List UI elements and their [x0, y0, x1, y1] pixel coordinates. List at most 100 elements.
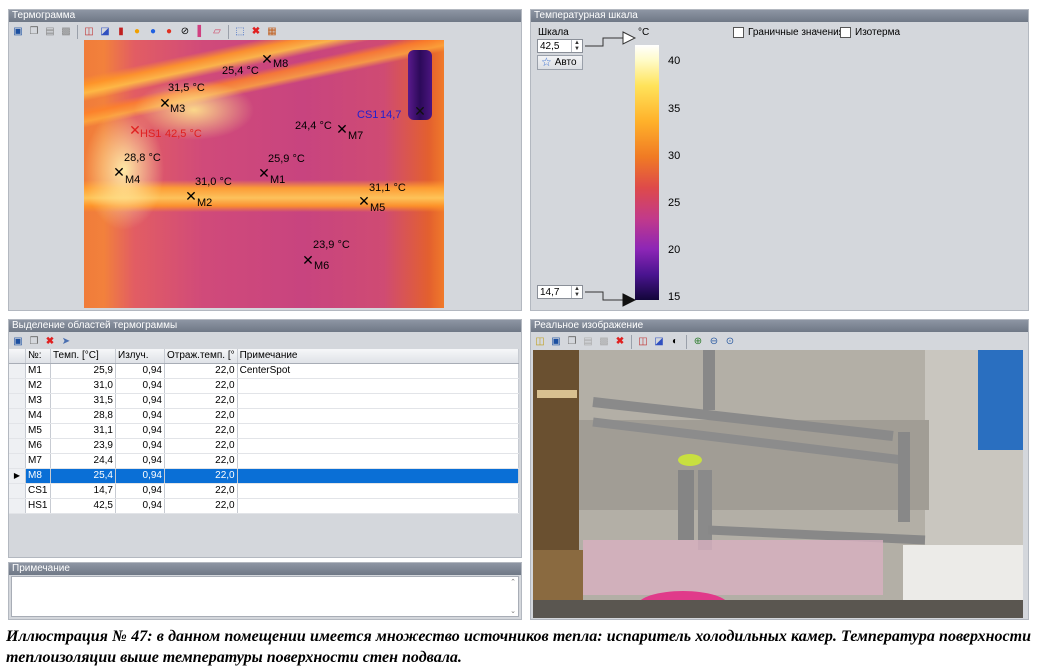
marker-label: M1 [270, 174, 286, 186]
column-header[interactable]: Примечание [237, 349, 519, 364]
marker-label: M2 [197, 197, 213, 209]
photo-panel-title: Реальное изображение [531, 320, 1028, 332]
table-row[interactable]: M4 28,8 0,94 22,0 [9, 408, 519, 424]
figure-caption: Иллюстрация № 47: в данном помещении име… [6, 628, 1031, 666]
checkbox-box[interactable] [840, 27, 851, 38]
fit-image-icon[interactable]: ◫ [636, 335, 650, 349]
delete-icon[interactable]: ✖ [613, 335, 627, 349]
paste-icon[interactable]: ▤ [581, 335, 595, 349]
point-marker-icon[interactable]: ● [162, 25, 176, 39]
basement-photo-drawing [533, 350, 1023, 618]
print-icon[interactable]: ▩ [59, 25, 73, 39]
cell-emissivity: 0,94 [115, 363, 165, 379]
zoom-fit-icon[interactable]: ⊙ [723, 335, 737, 349]
palette-icon[interactable]: ◪ [98, 25, 112, 39]
row-header-cell: ▶ [9, 468, 26, 484]
profile-icon[interactable]: ▱ [210, 25, 224, 39]
cell-reflected-temp: 22,0 [164, 468, 238, 484]
toolbar-separator [77, 25, 78, 39]
marker-temp-label: 25,4 °C [222, 65, 259, 77]
table-row[interactable]: ▶ M8 25,4 0,94 22,0 [9, 468, 519, 484]
cell-reflected-temp: 22,0 [164, 483, 238, 499]
select-area-icon[interactable]: ⬚ [233, 25, 247, 39]
marker-cross-icon[interactable]: ✕ [185, 189, 197, 203]
column-header[interactable]: №: [25, 349, 51, 364]
table-row[interactable]: M6 23,9 0,94 22,0 [9, 438, 519, 454]
delete-icon[interactable]: ✖ [249, 25, 263, 39]
marker-temp-label: 24,4 °C [295, 120, 332, 132]
marker-cross-icon[interactable]: ✕ [258, 166, 270, 180]
limits-checkbox[interactable]: Граничные значения [733, 27, 844, 38]
column-header[interactable]: Темп. [°C] [50, 349, 116, 364]
cell-reflected-temp: 22,0 [164, 408, 238, 424]
column-header[interactable]: Излуч. [115, 349, 165, 364]
scale-min-value: 14,7 [540, 287, 560, 298]
scroll-up-icon[interactable]: ⌃ [510, 578, 516, 586]
marker-label: M7 [348, 130, 364, 142]
scale-panel-title: Температурная шкала [531, 10, 1028, 22]
contrast-icon[interactable]: ◐ [668, 335, 682, 349]
scale-min-spinner[interactable]: 14,7 ▲ ▼ [537, 285, 583, 299]
save-icon[interactable]: ▣ [549, 335, 563, 349]
isotherm-checkbox[interactable]: Изотерма [840, 27, 900, 38]
cold-spot-icon[interactable]: ● [146, 25, 160, 39]
spinner-arrows-icon[interactable]: ▲ ▼ [571, 286, 582, 298]
copy-icon[interactable]: ❐ [27, 335, 41, 349]
marker-cross-icon[interactable]: ✕ [302, 253, 314, 267]
grid-icon[interactable]: ▦ [265, 25, 279, 39]
copy-icon[interactable]: ❐ [565, 335, 579, 349]
thermometer-icon[interactable]: ▮ [114, 25, 128, 39]
cell-reflected-temp: 22,0 [164, 453, 238, 469]
histogram-icon[interactable]: ▌ [194, 25, 208, 39]
auto-button[interactable]: ☆ Авто [537, 55, 583, 70]
real-photo-image[interactable] [533, 350, 1023, 618]
table-row[interactable]: M5 31,1 0,94 22,0 [9, 423, 519, 439]
cell-reflected-temp: 22,0 [164, 378, 238, 394]
cell-emissivity: 0,94 [115, 393, 165, 409]
cell-note [237, 483, 519, 499]
scroll-down-icon[interactable]: ⌄ [510, 607, 516, 615]
table-row[interactable]: M2 31,0 0,94 22,0 [9, 378, 519, 394]
marker-cross-icon[interactable]: ✕ [113, 165, 125, 179]
thermogram-image[interactable]: 25,4 °C ✕ M8 31,5 °C ✕ M3 ✕ HS1 42,5 °C … [84, 40, 444, 308]
toolbar-separator [228, 25, 229, 39]
marker-cross-icon[interactable]: ✕ [261, 52, 273, 66]
cell-emissivity: 0,94 [115, 378, 165, 394]
auto-button-label: Авто [554, 57, 577, 68]
row-header-cell [9, 363, 26, 379]
regions-panel-title: Выделение областей термограммы [9, 320, 521, 332]
cell-emissivity: 0,94 [115, 453, 165, 469]
table-row[interactable]: M3 31,5 0,94 22,0 [9, 393, 519, 409]
marker-cross-icon[interactable]: ✕ [336, 122, 348, 136]
table-row[interactable]: M7 24,4 0,94 22,0 [9, 453, 519, 469]
save-icon[interactable]: ▣ [11, 335, 25, 349]
row-header-column [9, 349, 26, 364]
copy-icon[interactable]: ❐ [27, 25, 41, 39]
notes-textarea[interactable]: ⌃ ⌄ [11, 576, 519, 617]
fit-image-icon[interactable]: ◫ [82, 25, 96, 39]
palette-icon[interactable]: ◪ [652, 335, 666, 349]
disable-icon[interactable]: ⊘ [178, 25, 192, 39]
table-row[interactable]: M1 25,9 0,94 22,0 CenterSpot [9, 363, 519, 379]
table-row[interactable]: CS1 14,7 0,94 22,0 [9, 483, 519, 499]
notes-panel-title: Примечание [9, 563, 521, 575]
marker-cross-icon[interactable]: ✕ [358, 194, 370, 208]
spinner-arrows-icon[interactable]: ▲ ▼ [571, 40, 582, 52]
checkbox-box[interactable] [733, 27, 744, 38]
zoom-out-icon[interactable]: ⊖ [707, 335, 721, 349]
scale-max-spinner[interactable]: 42,5 ▲ ▼ [537, 39, 583, 53]
cell-note [237, 408, 519, 424]
save-icon[interactable]: ▣ [11, 25, 25, 39]
delete-icon[interactable]: ✖ [43, 335, 57, 349]
hot-spot-icon[interactable]: ● [130, 25, 144, 39]
print-icon[interactable]: ▩ [597, 335, 611, 349]
cell-id: M6 [25, 438, 51, 454]
open-folder-icon[interactable]: ◫ [533, 335, 547, 349]
column-header[interactable]: Отраж.темп. [° [164, 349, 238, 364]
zoom-in-icon[interactable]: ⊕ [691, 335, 705, 349]
table-row[interactable]: HS1 42,5 0,94 22,0 [9, 498, 519, 514]
export-icon[interactable]: ▤ [43, 25, 57, 39]
navigate-icon[interactable]: ➤ [59, 335, 73, 349]
cold-spot-cross-icon[interactable]: ✕ [414, 104, 426, 118]
cell-temp: 31,0 [50, 378, 116, 394]
